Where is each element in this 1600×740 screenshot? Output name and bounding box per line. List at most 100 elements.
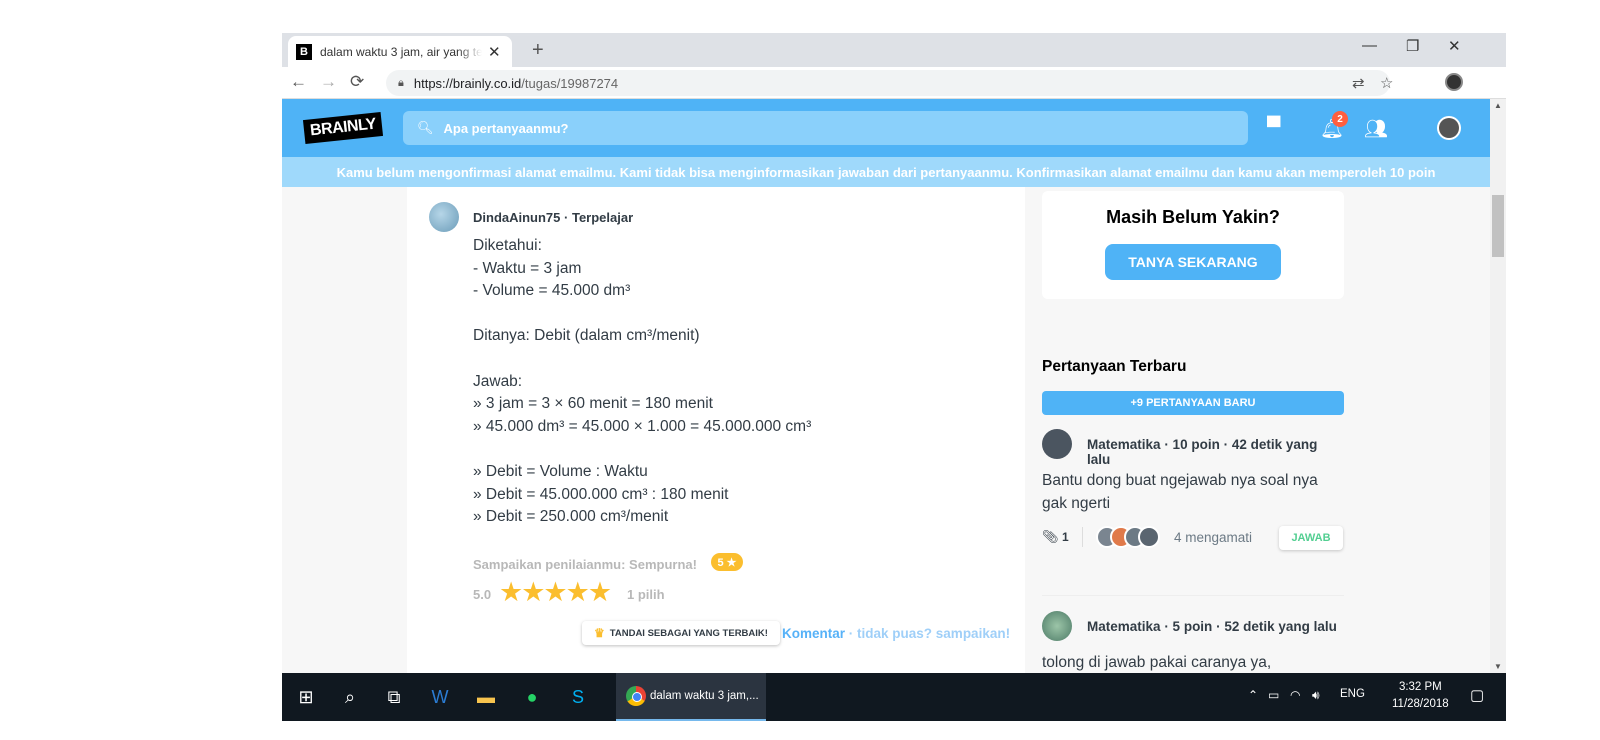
question-points: · 10 poin [1164,437,1220,452]
question-divider [1042,595,1344,596]
lock-icon: 🔒︎ [398,76,404,89]
question-footer: 📎︎ 1 4 mengamati JAWAB [1042,525,1344,551]
url-host: https://brainly.co.id [413,75,522,91]
clock-time: 3:32 PM [1398,681,1442,693]
restore-button[interactable]: ❐ [1406,37,1419,55]
latest-questions-title: Pertanyaan Terbaru [1042,358,1187,375]
translate-icon[interactable]: ⇄ [1352,74,1365,92]
attachment-count: 1 [1062,530,1069,544]
question-text[interactable]: Bantu dong buat ngejawab nya soal nya ga… [1042,469,1344,515]
skype-icon[interactable]: S [554,673,602,721]
forward-icon[interactable]: → [320,72,337,92]
answer-card: DindaAinun75 · Terpelajar Diketahui: - W… [407,187,1025,673]
question-subject[interactable]: Matematika [1087,619,1161,634]
question-meta: Matematika · 10 poin · 42 detik yang lal… [1087,437,1344,467]
taskbar-window-title: dalam waktu 3 jam,... [650,690,759,702]
mark-best-label: TANDAI SEBAGAI YANG TERBAIK! [609,627,768,639]
messages-icon[interactable]: ▀ [1267,117,1280,139]
vertical-scrollbar[interactable]: ▲ ▼ [1490,99,1506,673]
rating-value: 5.0 [473,587,492,602]
ask-now-button[interactable]: TANYA SEKARANG [1105,244,1281,280]
word-app-icon[interactable]: W [416,673,464,721]
taskbar-chrome-window[interactable]: dalam waktu 3 jam,... [616,673,766,721]
tab-strip: B dalam waktu 3 jam, air yang terta ✕ + … [282,33,1506,67]
answerer-rank: · Terpelajar [564,210,634,225]
wifi-icon[interactable]: ◠ [1290,688,1300,702]
rating-stars[interactable]: ★★★★★ [499,577,612,608]
site-header: BRAINLY 🔍︎ Apa pertanyaanmu? ▀ 🔔︎ 2 👥︎ [282,99,1490,157]
ask-cta-card: Masih Belum Yakin? TANYA SEKARANG [1042,191,1344,299]
task-view-icon[interactable]: ⧉ [370,673,418,721]
brainly-logo[interactable]: BRAINLY [302,111,384,145]
file-explorer-icon[interactable]: ▬ [462,673,510,721]
question-points: · 5 poin [1164,619,1213,634]
divider [1082,527,1083,547]
reload-icon[interactable]: ⟳ [350,72,364,92]
crown-icon: ♛ [594,626,605,640]
new-questions-button[interactable]: +9 PERTANYAAN BARU [1042,391,1344,415]
email-confirm-notice[interactable]: Kamu belum mengonfirmasi alamat emailmu.… [282,157,1490,187]
volume-icon[interactable]: 🔊︎ [1312,688,1320,703]
minimize-button[interactable]: — [1362,37,1377,54]
battery-icon[interactable]: ▭ [1268,688,1279,702]
question-time: · 52 detik yang lalu [1216,619,1337,634]
answerer-avatar[interactable] [429,202,459,232]
scroll-up-icon[interactable]: ▲ [1494,101,1502,110]
whatsapp-icon[interactable]: ● [508,673,556,721]
friends-icon[interactable]: 👥︎ [1364,117,1388,141]
watcher-avatar [1138,526,1160,548]
windows-start-icon[interactable]: ⊞ [282,673,330,721]
notification-badge: 2 [1332,111,1348,127]
url-path: /tugas/19987274 [521,75,619,91]
answerer-username[interactable]: DindaAinun75 [473,210,560,225]
search-icon[interactable]: ⌕ [326,673,374,721]
close-tab-icon[interactable]: ✕ [488,43,501,61]
system-clock[interactable]: 3:32 PM 11/28/2018 [1392,679,1449,713]
close-window-button[interactable]: ✕ [1448,37,1461,55]
answer-body: Diketahui: - Waktu = 3 jam - Volume = 45… [473,237,812,526]
toolbar: ← → ⟳ 🔒︎ https://brainly.co.id/tugas/199… [282,67,1506,99]
taskbar: ⊞ ⌕ ⧉ W ▬ ● S dalam waktu 3 jam,... ⌃ ▭ … [282,673,1506,721]
browser-window: B dalam waktu 3 jam, air yang terta ✕ + … [282,33,1506,721]
page-content: BRAINLY 🔍︎ Apa pertanyaanmu? ▀ 🔔︎ 2 👥︎ K… [282,99,1490,673]
tab-title: dalam waktu 3 jam, air yang terta [320,44,482,59]
watcher-count: 4 mengamati [1174,530,1253,545]
rate-prompt: Sampaikan penilaianmu: Sempurna! [473,557,697,572]
search-icon: 🔍︎ [417,120,434,135]
asker-avatar[interactable] [1042,429,1072,459]
asker-avatar[interactable] [1042,611,1072,641]
question-subject[interactable]: Matematika [1087,437,1161,452]
search-placeholder: Apa pertanyaanmu? [443,120,569,136]
chrome-icon [626,686,646,706]
address-bar[interactable]: 🔒︎ https://brainly.co.id/tugas/19987274 [386,70,1390,96]
search-input[interactable]: 🔍︎ Apa pertanyaanmu? [403,111,1248,145]
show-hidden-icons-icon[interactable]: ⌃ [1248,688,1258,702]
cta-title: Masih Belum Yakin? [1106,207,1280,227]
mark-best-button[interactable]: ♛ TANDAI SEBAGAI YANG TERBAIK! [582,621,780,645]
question-item[interactable]: Matematika · 10 poin · 42 detik yang lal… [1042,429,1344,589]
question-item[interactable]: Matematika · 5 poin · 52 detik yang lalu… [1042,611,1344,673]
question-text[interactable]: tolong di jawab pakai caranya ya, [1042,651,1344,673]
action-center-icon[interactable]: ▢ [1470,686,1484,704]
answerer-info: DindaAinun75 · Terpelajar [473,210,633,225]
vote-count: 1 pilih [627,587,665,602]
answer-button[interactable]: JAWAB [1279,526,1343,550]
question-meta: Matematika · 5 poin · 52 detik yang lalu [1087,619,1337,634]
browser-tab[interactable]: B dalam waktu 3 jam, air yang terta ✕ [288,36,512,67]
scroll-down-icon[interactable]: ▼ [1494,662,1502,671]
comment-links: Komentar · tidak puas? sampaikan! [782,626,1010,641]
attachment-icon: 📎︎ [1042,529,1059,544]
user-avatar-icon[interactable] [1437,116,1461,140]
rating-pill: 5 ★ [711,553,743,571]
url-text[interactable]: https://brainly.co.id/tugas/19987274 [414,76,618,91]
new-tab-button[interactable]: + [532,39,544,62]
comment-link[interactable]: Komentar [782,626,845,641]
bookmark-star-icon[interactable]: ☆ [1380,74,1393,92]
profile-avatar-icon[interactable] [1445,73,1463,91]
dissatisfied-link[interactable]: · tidak puas? sampaikan! [849,626,1010,641]
clock-date: 11/28/2018 [1392,698,1449,710]
language-indicator[interactable]: ENG [1340,688,1365,700]
scroll-thumb[interactable] [1492,195,1504,257]
brainly-favicon-icon: B [296,43,312,60]
back-icon[interactable]: ← [290,72,307,92]
